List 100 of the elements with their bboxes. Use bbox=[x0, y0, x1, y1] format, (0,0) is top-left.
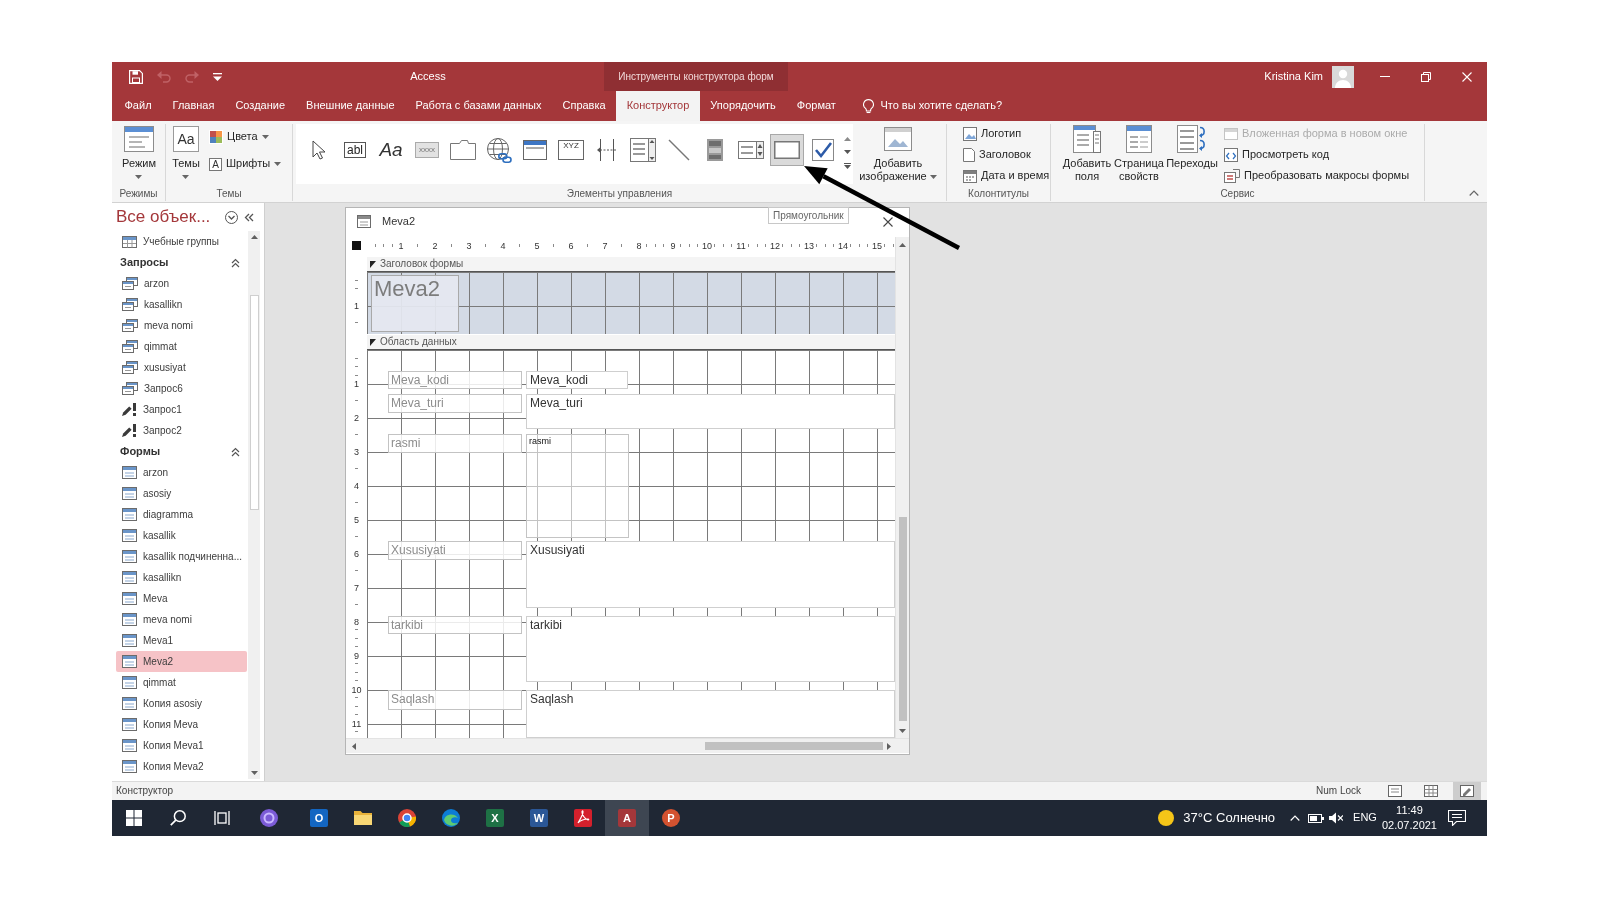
scroll-up-icon[interactable] bbox=[843, 137, 851, 141]
colors-button[interactable]: Цвета bbox=[206, 126, 285, 148]
search-icon[interactable] bbox=[170, 810, 186, 826]
property-sheet-button[interactable]: Страница свойств bbox=[1113, 124, 1165, 183]
tab-order-button[interactable]: Переходы bbox=[1165, 124, 1219, 170]
ribbon-tab[interactable]: Упорядочить bbox=[699, 91, 787, 121]
scrollbar[interactable] bbox=[895, 237, 909, 738]
dropdown-icon[interactable] bbox=[225, 210, 238, 224]
nav-item[interactable]: xususiyat bbox=[116, 357, 247, 378]
option-group-tool-button[interactable]: XYZ bbox=[554, 134, 588, 166]
text-box-control[interactable]: Saqlash bbox=[526, 690, 895, 738]
ribbon-tab[interactable]: Справка bbox=[552, 91, 617, 121]
nav-item[interactable]: Meva1 bbox=[116, 630, 247, 651]
nav-item[interactable]: Запрос2 bbox=[116, 420, 247, 441]
title-button[interactable]: Заголовок bbox=[963, 144, 1053, 165]
image-control[interactable]: rasmi bbox=[526, 434, 629, 538]
design-view-button[interactable] bbox=[1453, 782, 1481, 800]
scroll-down-icon[interactable] bbox=[899, 729, 906, 733]
nav-item[interactable]: Запрос1 bbox=[116, 399, 247, 420]
taskbar-app-button[interactable]: W bbox=[517, 800, 561, 836]
field-label[interactable]: Saqlash bbox=[388, 690, 522, 710]
field-label[interactable]: Meva_kodi bbox=[388, 371, 522, 389]
weather-text[interactable]: 37°C Солнечно bbox=[1183, 810, 1276, 826]
ribbon-tab[interactable]: Формат bbox=[786, 91, 847, 121]
clock-date[interactable]: 02.07.2021 bbox=[1381, 818, 1437, 833]
taskbar-app-button[interactable]: A bbox=[605, 800, 649, 836]
scrollbar[interactable] bbox=[248, 231, 260, 779]
themes-button[interactable]: Aa Темы bbox=[169, 124, 203, 183]
logo-button[interactable]: Логотип bbox=[963, 123, 1053, 144]
taskbar-app-button[interactable]: X bbox=[473, 800, 517, 836]
notification-icon[interactable] bbox=[1448, 810, 1466, 826]
nav-item[interactable]: arzon bbox=[116, 273, 247, 294]
nav-item[interactable]: qimmat bbox=[116, 336, 247, 357]
scroll-left-icon[interactable] bbox=[352, 742, 356, 750]
avatar-icon[interactable] bbox=[1332, 65, 1354, 88]
ribbon-tab[interactable]: Создание bbox=[224, 91, 296, 121]
nav-item[interactable]: qimmat bbox=[116, 672, 247, 693]
caret-icon[interactable] bbox=[213, 72, 222, 81]
field-label[interactable]: Meva_turi bbox=[388, 394, 522, 413]
button-tool-button[interactable]: xxxx bbox=[410, 134, 444, 166]
nav-item[interactable]: Копия asosiy bbox=[116, 693, 247, 714]
double-chevron-icon[interactable] bbox=[244, 212, 254, 222]
nav-item[interactable]: Копия Meva bbox=[116, 714, 247, 735]
minimize-icon[interactable] bbox=[1379, 76, 1390, 77]
save-icon[interactable] bbox=[129, 69, 143, 84]
nav-item[interactable]: kasallikn bbox=[116, 567, 247, 588]
text-box-control[interactable]: Xususiyati bbox=[526, 541, 895, 608]
taskbar-app-button[interactable]: P bbox=[649, 800, 693, 836]
speaker-muted-icon[interactable] bbox=[1329, 812, 1344, 824]
scroll-up-icon[interactable] bbox=[250, 235, 258, 239]
start-icon[interactable] bbox=[126, 810, 142, 826]
user-name[interactable]: Kristina Kim bbox=[1264, 69, 1323, 84]
nav-group-header[interactable]: Формы bbox=[112, 441, 240, 462]
field-label[interactable]: tarkibi bbox=[388, 616, 522, 634]
language-indicator[interactable]: ENG bbox=[1353, 811, 1377, 825]
ribbon-tab[interactable]: Внешние данные bbox=[295, 91, 405, 121]
text-box-control[interactable]: Meva_kodi bbox=[526, 371, 628, 389]
insert-image-button[interactable]: Добавить изображение bbox=[857, 124, 939, 183]
scroll-down-icon[interactable] bbox=[250, 771, 258, 775]
nav-item[interactable]: kasallikn bbox=[116, 294, 247, 315]
scrollbar[interactable] bbox=[346, 738, 909, 753]
fonts-button[interactable]: A Шрифты bbox=[206, 153, 285, 175]
nav-item[interactable]: Копия Meva1 bbox=[116, 735, 247, 756]
label-tool-button[interactable]: Aa bbox=[374, 134, 408, 166]
nav-item[interactable]: kasallik bbox=[116, 525, 247, 546]
ribbon-tab[interactable]: Конструктор bbox=[616, 91, 700, 121]
ribbon-tab[interactable]: Главная bbox=[162, 91, 225, 121]
tell-me-field[interactable]: Что вы хотите сделать? bbox=[880, 99, 1031, 113]
view-code-button[interactable]: Просмотреть код bbox=[1221, 144, 1413, 165]
nav-item[interactable]: Учебные группы bbox=[116, 231, 247, 252]
scroll-up-icon[interactable] bbox=[899, 243, 906, 247]
text-box-tool-button[interactable]: abl bbox=[338, 134, 372, 166]
restore-icon[interactable] bbox=[1420, 71, 1431, 82]
taskbar-app-button[interactable]: O bbox=[297, 800, 341, 836]
more-icon[interactable] bbox=[843, 163, 851, 169]
nav-item[interactable]: meva nomi bbox=[116, 315, 247, 336]
scrollbar-thumb[interactable] bbox=[249, 295, 259, 510]
scrollbar-thumb[interactable] bbox=[705, 742, 883, 750]
field-label[interactable]: Xususiyati bbox=[388, 541, 522, 560]
add-fields-button[interactable]: Добавить поля bbox=[1061, 124, 1113, 183]
close-icon[interactable] bbox=[883, 216, 893, 227]
nav-item[interactable]: meva nomi bbox=[116, 609, 247, 630]
nav-item[interactable]: arzon bbox=[116, 462, 247, 483]
nav-group-header[interactable]: Запросы bbox=[112, 252, 240, 273]
pane-title[interactable]: Все объек... bbox=[116, 207, 211, 227]
task-view-icon[interactable] bbox=[214, 810, 230, 826]
view-button[interactable]: Режим bbox=[117, 124, 161, 183]
ribbon-tab[interactable]: Работа с базами данных bbox=[405, 91, 552, 121]
ribbon-tab[interactable]: Файл bbox=[114, 91, 163, 121]
convert-macros-button[interactable]: Преобразовать макросы формы bbox=[1221, 165, 1413, 186]
nav-item[interactable]: Meva2 bbox=[116, 651, 247, 672]
scrollbar-thumb[interactable] bbox=[898, 517, 907, 721]
field-label[interactable]: rasmi bbox=[388, 434, 522, 453]
nav-item[interactable]: asosiy bbox=[116, 483, 247, 504]
nav-item[interactable]: Meva bbox=[116, 588, 247, 609]
sun-icon[interactable] bbox=[1158, 810, 1175, 826]
scroll-right-icon[interactable] bbox=[887, 742, 891, 750]
rectangle-tool-button[interactable] bbox=[770, 134, 804, 166]
clock-time[interactable]: 11:49 bbox=[1396, 803, 1423, 818]
date-time-button[interactable]: Дата и время bbox=[963, 165, 1053, 186]
